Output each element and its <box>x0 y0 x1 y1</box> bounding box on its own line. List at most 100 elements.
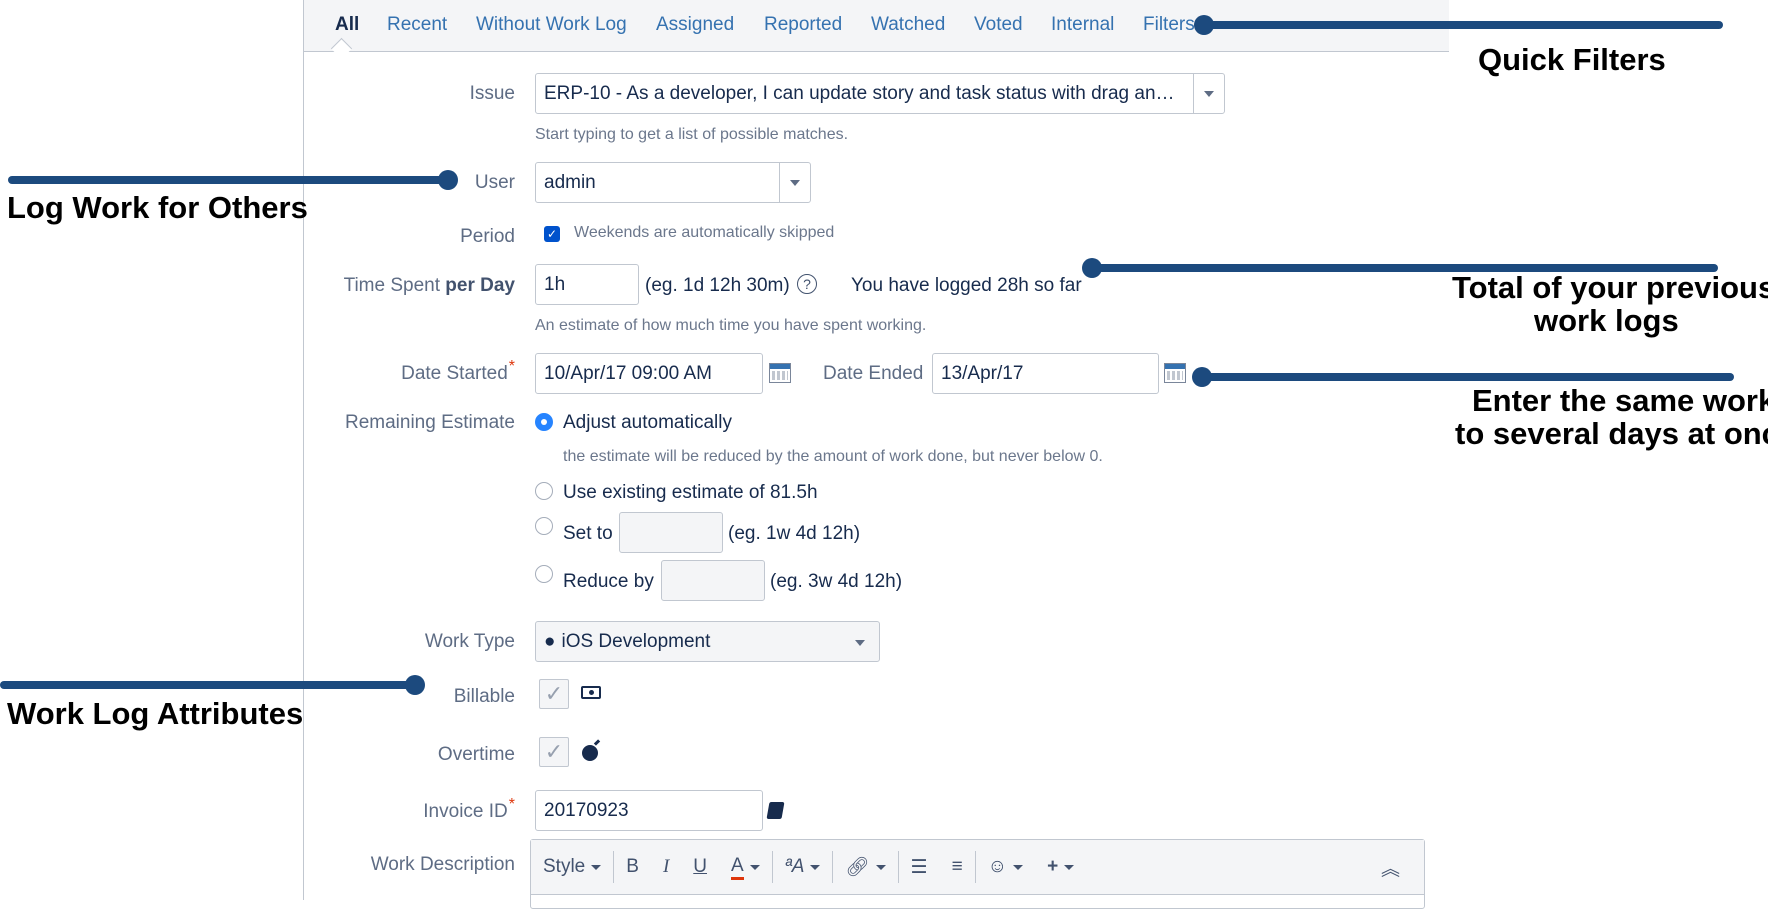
date-started-label-text: Date Started <box>401 363 508 384</box>
overtime-checkbox[interactable]: ✓ <box>539 737 569 767</box>
annotation-dot <box>1082 258 1102 278</box>
tab-recent[interactable]: Recent <box>387 14 447 36</box>
panel-border <box>303 0 304 900</box>
text-effects-button[interactable]: ªA <box>773 856 833 878</box>
required-marker: * <box>508 796 515 813</box>
radio-set-to[interactable] <box>535 517 553 535</box>
chevron-down-icon <box>855 640 865 646</box>
italic-button[interactable]: I <box>651 856 681 878</box>
user-dropdown-button[interactable] <box>779 163 810 202</box>
date-ended-input[interactable]: 13/Apr/17 <box>932 353 1159 394</box>
editor-toolbar: Style B I U A ªA 🔗︎ ☰ ≡ ☺ + ︽ <box>531 840 1424 895</box>
tab-without-work-log[interactable]: Without Work Log <box>476 14 627 36</box>
chevron-down-icon <box>749 864 760 870</box>
calendar-icon[interactable] <box>1164 363 1186 383</box>
time-spent-help: An estimate of how much time you have sp… <box>535 317 927 334</box>
work-type-select[interactable]: ● iOS Development <box>535 621 880 662</box>
apple-icon: ● <box>544 630 556 652</box>
date-ended-label: Date Ended <box>823 363 924 384</box>
user-select[interactable]: admin <box>535 162 811 203</box>
bullet-list-button[interactable]: ☰ <box>899 856 940 879</box>
billable-checkbox[interactable]: ✓ <box>539 679 569 709</box>
annotation-same-work-line2: to several days at once <box>1455 416 1768 451</box>
period-label: Period <box>460 226 515 247</box>
bomb-icon <box>582 745 598 761</box>
user-value: admin <box>544 171 596 193</box>
annotation-dot <box>1192 367 1212 387</box>
text-color-icon: A <box>731 855 744 880</box>
invoice-id-label: Invoice ID* <box>423 796 515 823</box>
help-icon[interactable]: ? <box>797 274 817 294</box>
text-color-button[interactable]: A <box>719 855 772 880</box>
work-type-value: iOS Development <box>561 630 711 652</box>
style-dropdown[interactable]: Style <box>531 856 613 878</box>
radio-adjust-automatically[interactable] <box>535 413 553 431</box>
time-spent-label-bold: per Day <box>445 275 515 296</box>
annotation-total-logs-line2: work logs <box>1534 303 1679 338</box>
numbered-list-button[interactable]: ≡ <box>940 856 975 878</box>
chevron-up-icon: ︽ <box>1380 858 1400 880</box>
calendar-icon[interactable] <box>769 363 791 383</box>
tab-voted[interactable]: Voted <box>974 14 1023 36</box>
issue-select[interactable]: ERP-10 - As a developer, I can update st… <box>535 73 1225 114</box>
bomb-fuse <box>593 739 601 746</box>
chevron-down-icon <box>1064 864 1075 870</box>
reduce-by-example: (eg. 3w 4d 12h) <box>770 571 903 592</box>
annotation-same-work-line1: Enter the same work <box>1472 383 1768 418</box>
book-icon[interactable] <box>766 802 785 819</box>
radio-reduce-by[interactable] <box>535 565 553 583</box>
tab-internal[interactable]: Internal <box>1051 14 1114 36</box>
link-button[interactable]: 🔗︎ <box>833 855 897 879</box>
time-spent-label-prefix: Time Spent <box>343 275 446 296</box>
work-description-label: Work Description <box>370 854 515 875</box>
period-checkbox-label: Weekends are automatically skipped <box>574 224 835 241</box>
issue-value: ERP-10 - As a developer, I can update st… <box>544 82 1175 104</box>
time-spent-input[interactable]: 1h <box>535 264 639 305</box>
emoji-button[interactable]: ☺ <box>976 856 1035 878</box>
time-spent-example: (eg. 1d 12h 30m) <box>645 275 790 296</box>
collapse-toolbar-button[interactable]: ︽ <box>1369 854 1424 881</box>
period-checkbox[interactable]: ✓ <box>544 226 560 242</box>
bold-button[interactable]: B <box>614 856 651 878</box>
annotation-line-log-work-others <box>8 176 448 184</box>
issue-help: Start typing to get a list of possible m… <box>535 126 849 143</box>
tab-filters[interactable]: Filters <box>1143 14 1195 36</box>
billable-label: Billable <box>453 686 515 707</box>
annotation-dot <box>405 675 425 695</box>
work-description-editor[interactable]: Style B I U A ªA 🔗︎ ☰ ≡ ☺ + ︽ <box>530 839 1425 909</box>
date-started-input[interactable]: 10/Apr/17 09:00 AM <box>535 353 763 394</box>
annotation-line-quick-filters <box>1208 21 1723 29</box>
bullet-list-icon: ☰ <box>910 856 928 878</box>
text-effects-icon: ªA <box>784 856 805 877</box>
tab-reported[interactable]: Reported <box>764 14 842 36</box>
style-label: Style <box>543 856 586 877</box>
issue-label: Issue <box>469 83 515 104</box>
set-to-input[interactable] <box>619 512 723 553</box>
insert-more-button[interactable]: + <box>1035 856 1086 878</box>
user-label: User <box>474 172 515 193</box>
tab-watched[interactable]: Watched <box>871 14 945 36</box>
issue-dropdown-button[interactable] <box>1193 74 1224 113</box>
chevron-down-icon <box>790 179 800 186</box>
logged-so-far: You have logged 28h so far <box>851 275 1082 296</box>
radio-use-existing[interactable] <box>535 482 553 500</box>
reduce-by-label: Reduce by <box>563 571 654 592</box>
invoice-id-label-text: Invoice ID <box>423 801 508 822</box>
italic-icon: I <box>662 856 670 877</box>
date-ended-value: 13/Apr/17 <box>941 362 1024 384</box>
chevron-down-icon <box>1204 90 1214 97</box>
tab-assigned[interactable]: Assigned <box>656 14 734 36</box>
annotation-dot <box>438 170 458 190</box>
date-started-value: 10/Apr/17 09:00 AM <box>544 362 712 384</box>
set-to-label: Set to <box>563 523 613 544</box>
annotation-quick-filters: Quick Filters <box>1478 42 1666 77</box>
reduce-by-input[interactable] <box>661 560 765 601</box>
invoice-id-value: 20170923 <box>544 799 629 821</box>
underline-button[interactable]: U <box>681 856 719 878</box>
invoice-id-input[interactable]: 20170923 <box>535 790 763 831</box>
chevron-down-icon <box>875 864 886 870</box>
chevron-down-icon <box>591 864 602 870</box>
annotation-line-attributes <box>0 681 420 689</box>
time-spent-value: 1h <box>544 273 566 295</box>
tab-all[interactable]: All <box>335 14 359 36</box>
